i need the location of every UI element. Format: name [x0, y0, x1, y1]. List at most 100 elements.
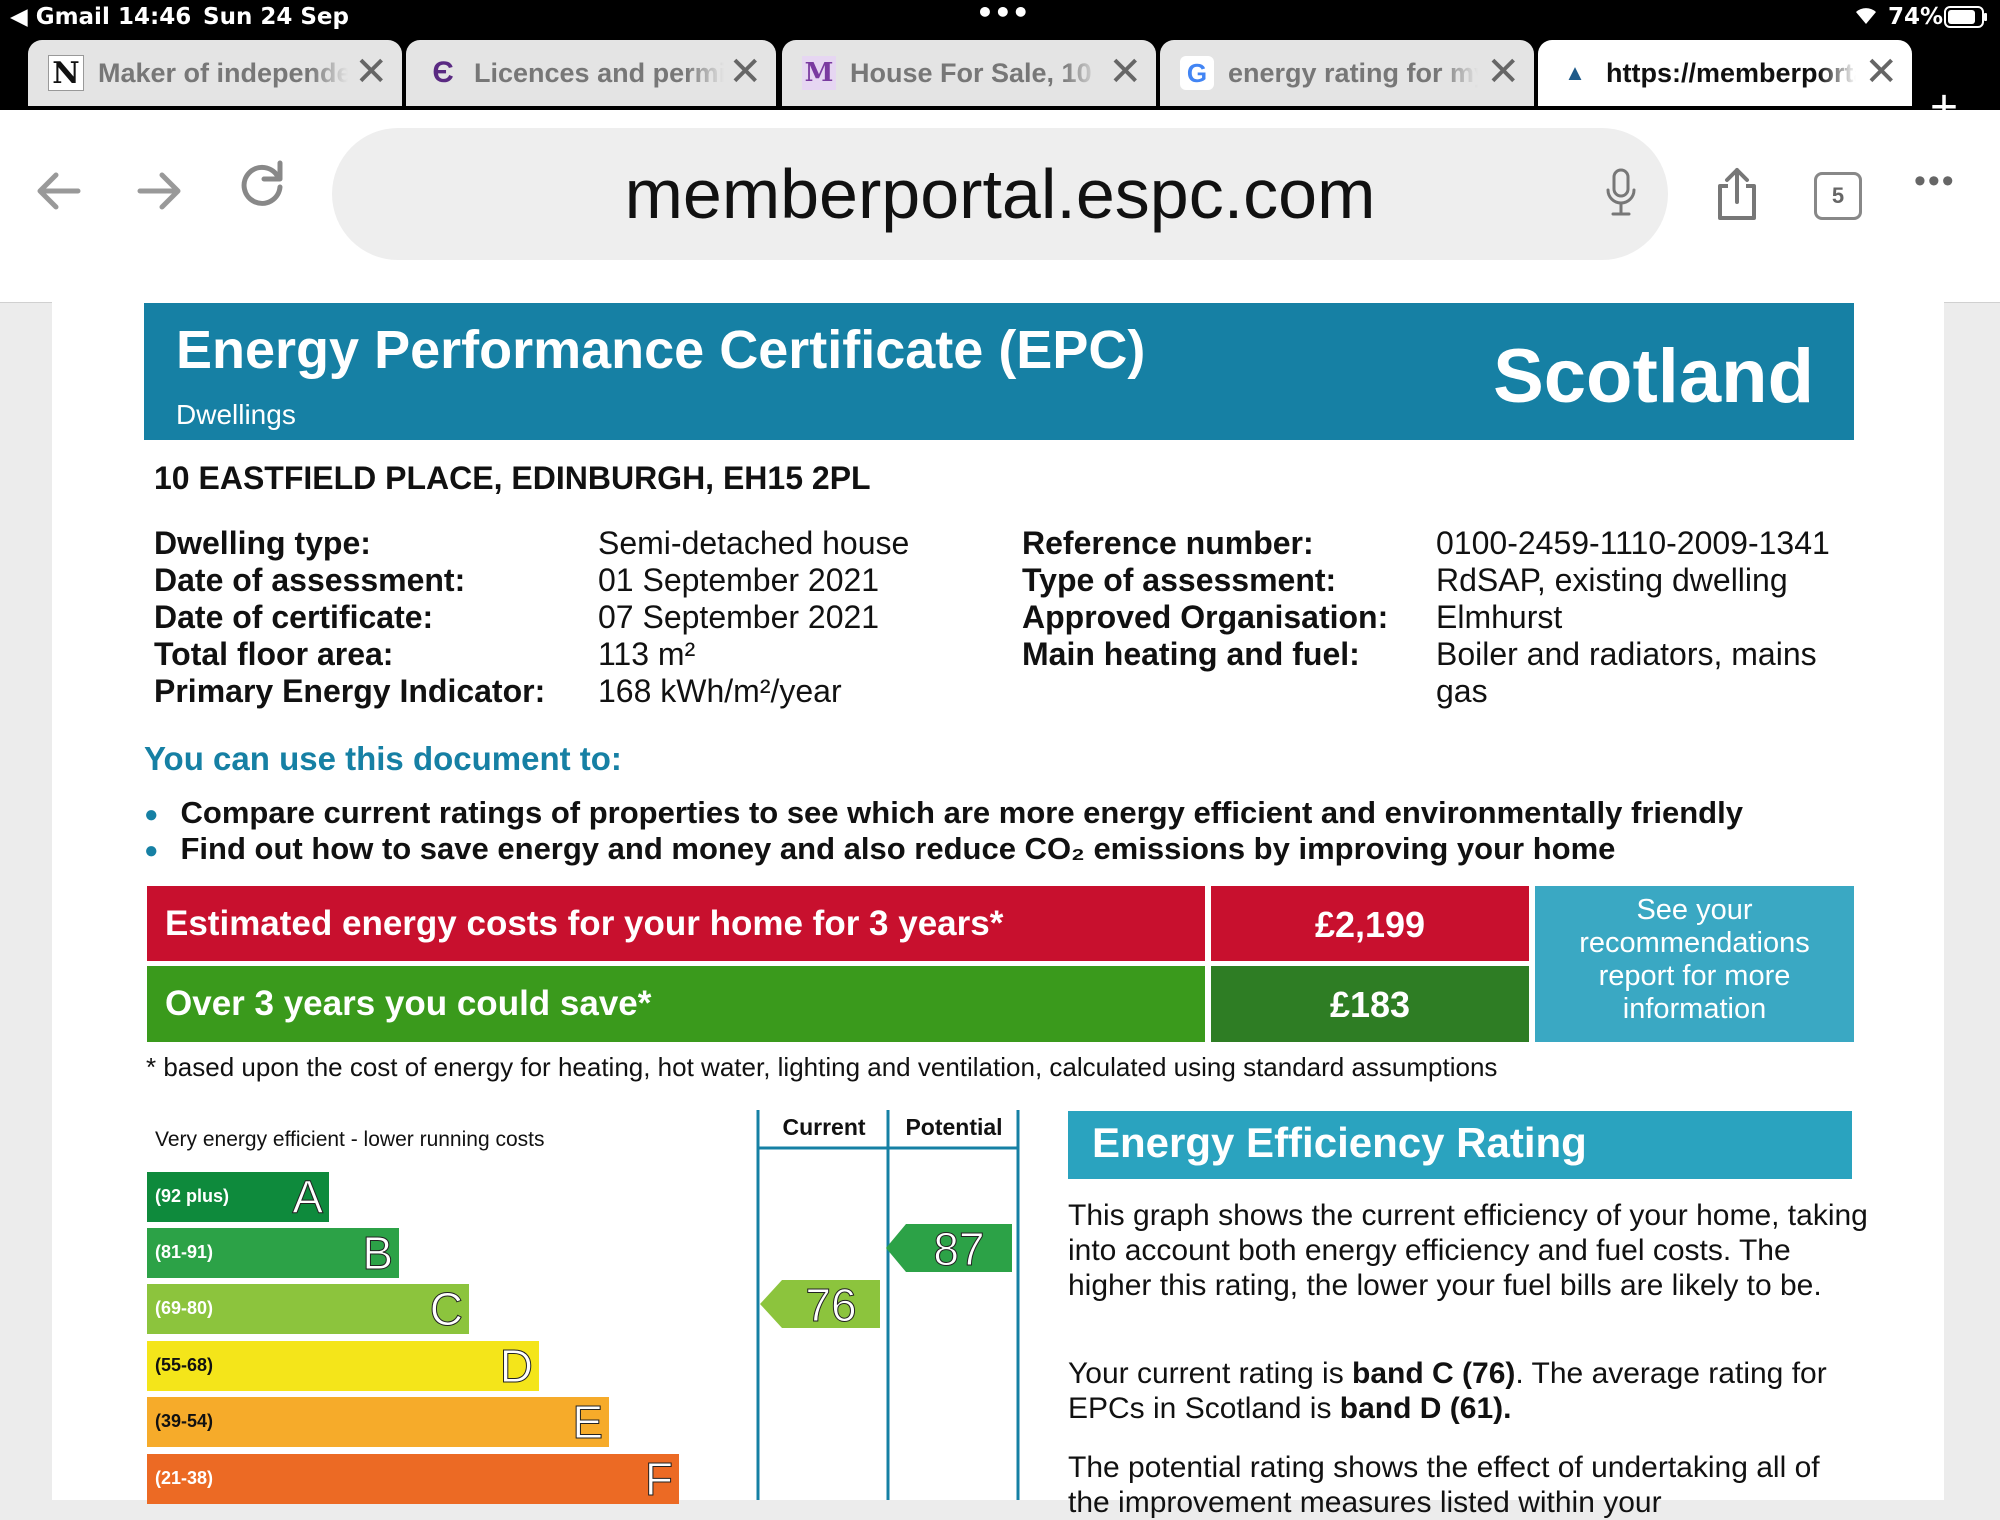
tab-title: energy rating for my — [1228, 57, 1478, 88]
rating-band-c: (69-80) C — [147, 1283, 469, 1336]
bullet-text: Compare current ratings of properties to… — [180, 795, 1743, 830]
potential-header: Potential — [905, 1114, 1003, 1140]
detail-value: Elmhurst — [1436, 599, 1563, 635]
bullet-icon: ● — [144, 836, 159, 864]
address-bar[interactable]: memberportal.espc.com — [332, 128, 1668, 260]
bullet-icon: ● — [144, 800, 159, 828]
rating-band-b: (81-91) B — [147, 1227, 399, 1280]
more-menu-icon[interactable]: ••• — [1914, 162, 1956, 201]
eer-heading: Energy Efficiency Rating — [1068, 1111, 1852, 1179]
dwelling-details-labels: Dwelling type: Date of assessment: Date … — [154, 525, 545, 710]
url-text[interactable]: memberportal.espc.com — [332, 154, 1668, 234]
rating-band-d: (55-68) D — [147, 1340, 539, 1393]
assessment-details-labels: Reference number: Type of assessment: Ap… — [1022, 525, 1388, 673]
tab-title: Maker of independent — [98, 57, 348, 88]
band-letter: D — [499, 1340, 533, 1393]
cost-footnote: * based upon the cost of energy for heat… — [146, 1052, 1498, 1082]
detail-label: Approved Organisation: — [1022, 599, 1389, 635]
eer-average-band: band D (61). — [1339, 1392, 1512, 1425]
close-tab-icon[interactable]: ✕ — [1864, 52, 1898, 92]
current-rating-value: 76 — [805, 1279, 857, 1332]
band-range: (21-38) — [155, 1468, 214, 1488]
band-letter: A — [292, 1171, 324, 1224]
browser-tab[interactable]: Є Licences and permits ✕ — [406, 40, 776, 106]
browser-tab-active[interactable]: ▲ https://memberportal ✕ — [1538, 40, 1912, 106]
reload-icon[interactable] — [236, 152, 288, 232]
back-arrow-icon[interactable] — [34, 156, 82, 236]
band-range: (69-80) — [155, 1298, 214, 1318]
tab-count-button[interactable]: 5 — [1814, 172, 1862, 220]
site-icon: ▲ — [1564, 60, 1586, 85]
detail-value: gas — [1436, 673, 1488, 709]
cost-value: £2,199 — [1211, 886, 1529, 961]
browser-tab[interactable]: M House For Sale, 10 E ✕ — [782, 40, 1156, 106]
eer-potential-paragraph: The potential rating shows the effect of… — [1068, 1451, 1820, 1519]
band-range: (92 plus) — [155, 1186, 230, 1206]
close-tab-icon[interactable]: ✕ — [728, 52, 762, 92]
assessment-details-values: 0100-2459-1110-2009-1341 RdSAP, existing… — [1436, 525, 1830, 710]
detail-label: Date of certificate: — [154, 599, 434, 635]
band-range: (39-54) — [155, 1411, 214, 1431]
epc-subtitle: Dwellings — [176, 399, 296, 430]
browser-tab[interactable]: N Maker of independent ✕ — [28, 40, 402, 106]
back-to-app-link[interactable]: ◀ Gmail — [10, 4, 110, 30]
detail-value: 168 kWh/m²/year — [598, 673, 842, 709]
scale-top-label: Very energy efficient - lower running co… — [155, 1128, 545, 1151]
close-tab-icon[interactable]: ✕ — [1486, 52, 1520, 92]
tab-title: https://memberportal — [1606, 57, 1856, 88]
epc-country: Scotland — [1493, 334, 1814, 419]
dwelling-details-values: Semi-detached house 01 September 2021 07… — [598, 525, 909, 710]
eer-paragraph: This graph shows the current efficiency … — [1068, 1199, 1868, 1302]
use-document-heading: You can use this document to: — [144, 740, 622, 777]
rating-band-e: (39-54) E — [147, 1396, 609, 1449]
energy-costs-table: Estimated energy costs for your home for… — [147, 886, 1854, 1043]
use-bullet: ● Find out how to save energy and money a… — [144, 831, 1615, 867]
share-icon[interactable] — [1714, 166, 1760, 227]
detail-value: Boiler and radiators, mains — [1436, 636, 1817, 672]
browser-tab[interactable]: G energy rating for my ✕ — [1160, 40, 1534, 106]
band-range: (81-91) — [155, 1242, 214, 1262]
detail-label: Primary Energy Indicator: — [154, 673, 546, 709]
browser-toolbar: memberportal.espc.com 5 ••• — [0, 110, 2000, 303]
rating-band-a: (92 plus) A — [147, 1171, 329, 1224]
eer-text: Your current rating is — [1068, 1357, 1353, 1390]
saving-value: £183 — [1211, 966, 1529, 1042]
detail-value: 113 m² — [598, 636, 696, 672]
use-bullet: ● Compare current ratings of properties t… — [144, 795, 1743, 831]
council-icon: Є — [432, 56, 454, 89]
tab-title: House For Sale, 10 E — [850, 57, 1100, 88]
recommendations-link[interactable]: See your recommendations report for more… — [1535, 886, 1854, 1042]
forward-arrow-icon[interactable] — [136, 156, 184, 236]
google-icon: G — [1180, 56, 1214, 90]
rating-band-f: (21-38) F — [147, 1453, 679, 1506]
detail-value: 07 September 2021 — [598, 599, 880, 635]
rating-columns: Current Potential 87 76 — [756, 1110, 1020, 1500]
saving-label: Over 3 years you could save* — [147, 966, 1205, 1042]
potential-rating-value: 87 — [933, 1223, 985, 1276]
detail-value: 01 September 2021 — [598, 562, 880, 598]
close-tab-icon[interactable]: ✕ — [354, 52, 388, 92]
band-letter: E — [572, 1396, 604, 1449]
band-letter: F — [644, 1453, 673, 1506]
band-letter: B — [362, 1227, 394, 1280]
detail-value: Semi-detached house — [598, 525, 910, 561]
epc-title: Energy Performance Certificate (EPC) — [176, 320, 1146, 380]
detail-value: 0100-2459-1110-2009-1341 — [1436, 525, 1830, 561]
bullet-text: Find out how to save energy and money an… — [180, 831, 1616, 866]
espc-icon: M — [802, 56, 836, 90]
detail-label: Dwelling type: — [154, 525, 371, 561]
notion-icon: N — [48, 55, 84, 91]
detail-label: Date of assessment: — [154, 562, 466, 598]
detail-label: Reference number: — [1022, 525, 1314, 561]
tab-bar: N Maker of independent ✕ Є Licences and … — [0, 36, 2000, 132]
current-header: Current — [782, 1114, 866, 1140]
close-tab-icon[interactable]: ✕ — [1108, 52, 1142, 92]
tab-title: Licences and permits — [474, 57, 724, 88]
property-address: 10 EASTFIELD PLACE, EDINBURGH, EH15 2PL — [154, 460, 871, 496]
status-date: Sun 24 Sep — [203, 4, 349, 30]
detail-label: Total floor area: — [154, 636, 394, 672]
detail-label: Type of assessment: — [1022, 562, 1337, 598]
epc-header: Energy Performance Certificate (EPC) Dwe… — [144, 303, 1854, 440]
microphone-icon[interactable] — [1604, 168, 1638, 223]
multitasking-dots-icon[interactable]: ••• — [976, 0, 1030, 29]
